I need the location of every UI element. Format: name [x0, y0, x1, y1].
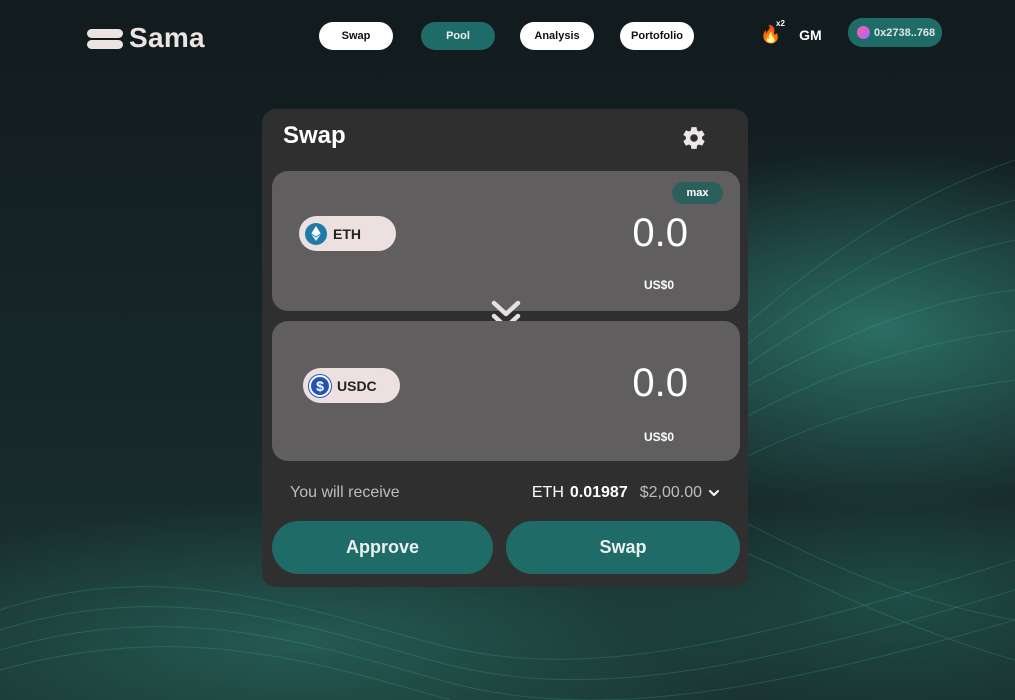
approve-button[interactable]: Approve [272, 521, 493, 574]
from-token-label: ETH [333, 225, 361, 242]
wallet-address: 0x2738..768 [874, 26, 936, 39]
to-usd-value: US$0 [644, 430, 675, 444]
to-panel: $ USDC US$0 [272, 321, 740, 461]
swap-button[interactable]: Swap [506, 521, 740, 574]
nav-pool[interactable]: Pool [421, 22, 495, 50]
nav-swap[interactable]: Swap [319, 22, 393, 50]
streak-multiplier: x2 [776, 19, 785, 28]
wallet-avatar [857, 26, 870, 39]
usdc-icon: $ [309, 374, 331, 397]
to-token-selector[interactable]: $ USDC [303, 368, 400, 403]
brand-name: Sama [129, 22, 205, 53]
to-token-label: USDC [337, 377, 377, 394]
logo-mark-icon [87, 26, 123, 50]
chevron-down-icon[interactable] [708, 487, 720, 499]
wallet-button[interactable]: 0x2738..768 [848, 18, 942, 47]
from-usd-value: US$0 [644, 278, 675, 292]
nav-analysis[interactable]: Analysis [520, 22, 594, 50]
nav-portfolio[interactable]: Portofolio [620, 22, 694, 50]
receive-amount: 0.01987 [569, 484, 628, 501]
from-token-selector[interactable]: ETH [299, 216, 396, 251]
swap-card: Swap max ETH US$0 $ USDC US$0 You will r… [262, 109, 748, 587]
gear-icon[interactable] [681, 125, 707, 151]
flame-icon: 🔥 x2 [760, 19, 785, 44]
eth-icon [305, 222, 327, 245]
brand-logo[interactable]: Sama [87, 22, 205, 54]
streak-status: 🔥 x2 GM [760, 19, 822, 45]
gm-greeting: GM [799, 27, 822, 43]
receive-usd: $2,00.00 [639, 484, 702, 501]
receive-summary: ETH 0.01987 $2,00.00 [532, 484, 720, 502]
receive-token: ETH [531, 484, 564, 501]
max-button[interactable]: max [672, 182, 723, 204]
from-amount-input[interactable] [528, 211, 688, 256]
from-panel: max ETH US$0 [272, 171, 740, 311]
swap-title: Swap [283, 122, 346, 149]
to-amount-input[interactable] [528, 361, 688, 406]
receive-label: You will receive [290, 484, 400, 501]
